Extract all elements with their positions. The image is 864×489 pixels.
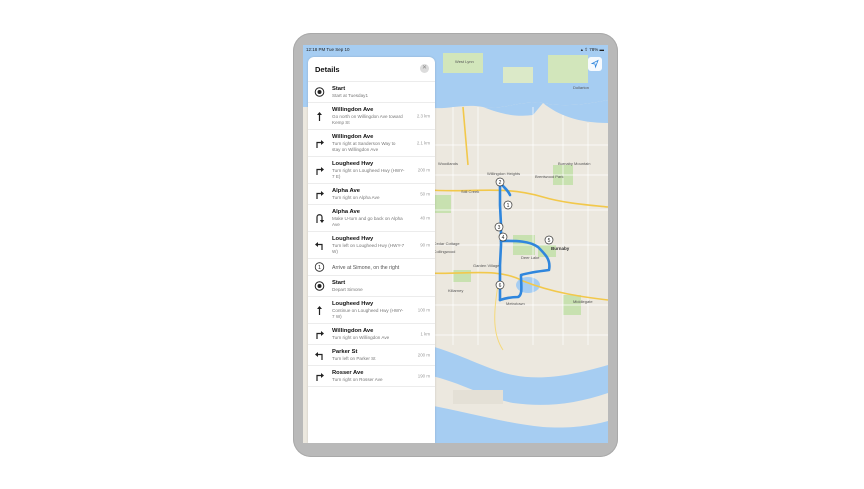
svg-text:6: 6 xyxy=(499,283,502,289)
arrow-up-icon xyxy=(317,306,322,315)
step-distance: 1 km xyxy=(420,331,430,337)
step-distance: 200 m xyxy=(417,167,430,173)
step-title: Lougheed Hwy xyxy=(332,236,374,242)
stop-1-icon: 1 xyxy=(314,262,325,272)
ipad-device-frame: 2 1 3 4 5 6 West Lynn Dollarton Woodland… xyxy=(293,33,618,457)
direction-step[interactable]: Willingdon Ave Turn right on Willingdon A… xyxy=(308,324,435,345)
close-button[interactable]: ✕ xyxy=(420,64,429,73)
step-title: Lougheed Hwy xyxy=(332,161,374,167)
marker-2[interactable]: 2 xyxy=(495,177,505,187)
turn-right-icon xyxy=(316,331,324,339)
panel-header: Details ✕ xyxy=(308,57,435,82)
step-distance: 190 m xyxy=(417,373,430,379)
start-icon xyxy=(314,281,325,291)
map-label-brentwood: Brentwood Park xyxy=(535,174,563,179)
step-distance: 2.1 km xyxy=(416,140,430,146)
map-label-deer-lake: Deer Lake xyxy=(521,255,540,260)
step-title: Rosser Ave xyxy=(332,370,364,376)
turn-right-icon xyxy=(316,140,324,148)
direction-step[interactable]: Alpha Ave Make U-turn and go back on Alph… xyxy=(308,205,435,232)
step-description: Turn left on Lougheed Hwy (HWY-7 W) xyxy=(332,243,405,254)
arrival-step[interactable]: 1 Arrive at Simone, on the right xyxy=(308,259,435,276)
u-turn-icon xyxy=(316,214,325,223)
step-description: Turn left on Parker St xyxy=(332,356,376,361)
step-distance: 50 m xyxy=(420,191,430,197)
start-icon xyxy=(314,87,325,97)
directions-panel: Details ✕ Start Start at Tuesday1 Willingd… xyxy=(308,57,435,443)
location-button[interactable] xyxy=(588,57,602,71)
turn-right-icon xyxy=(316,191,324,199)
screen: 2 1 3 4 5 6 West Lynn Dollarton Woodland… xyxy=(303,45,608,443)
location-arrow-icon xyxy=(590,59,599,69)
panel-title: Details xyxy=(315,65,340,74)
step-title: Alpha Ave xyxy=(332,188,360,194)
step-description: Make U-turn and go back on Alpha Ave xyxy=(332,216,403,227)
step-title: Start xyxy=(332,280,346,286)
svg-text:1: 1 xyxy=(507,203,510,209)
map-label-woodlands: Woodlands xyxy=(438,161,458,166)
status-time: 12:18 PM Tue Sep 10 xyxy=(306,46,350,52)
direction-step[interactable]: Willingdon Ave Turn right at Sanderson Wa… xyxy=(308,130,435,157)
map-label-garden-village: Garden Village xyxy=(473,263,500,268)
direction-step[interactable]: Lougheed Hwy Continue on Lougheed Hwy (HW… xyxy=(308,297,435,324)
marker-6[interactable]: 6 xyxy=(495,280,505,290)
step-description: Continue on Lougheed Hwy (HWY-7 W) xyxy=(332,308,404,319)
map-label-still-creek: Still Creek xyxy=(461,189,479,194)
map-label-middlegate: Middlegate xyxy=(573,299,593,304)
map-label-west-lynn: West Lynn xyxy=(455,59,474,64)
step-title: Arrive at Simone, on the right xyxy=(332,265,400,271)
direction-step[interactable]: Start Start at Tuesday1 xyxy=(308,82,435,103)
direction-step[interactable]: Willingdon Ave Go north on Willingdon Ave… xyxy=(308,103,435,130)
step-distance: 40 m xyxy=(420,215,430,221)
step-description: Depart Simone xyxy=(332,287,363,292)
marker-4[interactable]: 4 xyxy=(498,232,508,242)
arrow-up-icon xyxy=(317,112,322,121)
step-description: Turn right on Alpha Ave xyxy=(332,195,380,200)
map-label-burnaby: Burnaby xyxy=(551,246,570,251)
status-bar: 12:18 PM Tue Sep 10 ▴ ⇪ 78% ▬ xyxy=(303,45,608,53)
step-description: Turn right on Lougheed Hwy (HWY-7 E) xyxy=(332,168,405,179)
status-indicators: ▴ ⇪ 78% ▬ xyxy=(580,46,604,52)
marker-3[interactable]: 3 xyxy=(494,222,504,232)
step-distance: 2.3 km xyxy=(416,113,430,119)
step-distance: 100 m xyxy=(417,307,430,313)
turn-right-icon xyxy=(316,167,324,175)
map-label-dollarton: Dollarton xyxy=(573,85,589,90)
step-title: Start xyxy=(332,86,346,92)
map-label-metrotown: Metrotown xyxy=(506,301,525,306)
svg-text:4: 4 xyxy=(502,235,505,241)
svg-text:3: 3 xyxy=(498,225,501,231)
step-title: Lougheed Hwy xyxy=(332,301,374,307)
direction-step[interactable]: Parker St Turn left on Parker St 200 m xyxy=(308,345,435,366)
step-distance: 90 m xyxy=(420,242,430,248)
marker-5[interactable]: 5 xyxy=(544,235,554,245)
map-label-killarney: Killarney xyxy=(448,288,463,293)
svg-text:1: 1 xyxy=(318,265,321,271)
marker-1[interactable]: 1 xyxy=(503,200,513,210)
step-description: Turn right on Willingdon Ave xyxy=(332,335,390,340)
svg-text:5: 5 xyxy=(548,238,551,244)
steps-list: Start Start at Tuesday1 Willingdon Ave Go n… xyxy=(308,82,435,387)
direction-step[interactable]: Rosser Ave Turn right on Rosser Ave 190 m xyxy=(308,366,435,387)
direction-step[interactable]: Lougheed Hwy Turn left on Lougheed Hwy (H… xyxy=(308,232,435,259)
direction-step[interactable]: Alpha Ave Turn right on Alpha Ave 50 m xyxy=(308,184,435,205)
step-title: Alpha Ave xyxy=(332,209,360,215)
step-description: Turn right on Rosser Ave xyxy=(332,377,383,382)
step-title: Parker St xyxy=(332,349,358,355)
map-label-willingdon: Willingdon Heights xyxy=(487,171,520,176)
svg-text:2: 2 xyxy=(499,180,502,186)
turn-left-icon xyxy=(315,352,323,360)
step-distance: 200 m xyxy=(417,352,430,358)
direction-step[interactable]: Lougheed Hwy Turn right on Lougheed Hwy (… xyxy=(308,157,435,184)
turn-left-icon xyxy=(315,242,323,250)
direction-step[interactable]: Start Depart Simone xyxy=(308,276,435,297)
map-label-burnaby-mountain: Burnaby Mountain xyxy=(558,161,590,166)
step-description: Start at Tuesday1 xyxy=(332,93,369,98)
step-title: Willingdon Ave xyxy=(332,328,374,334)
turn-right-icon xyxy=(316,373,324,381)
